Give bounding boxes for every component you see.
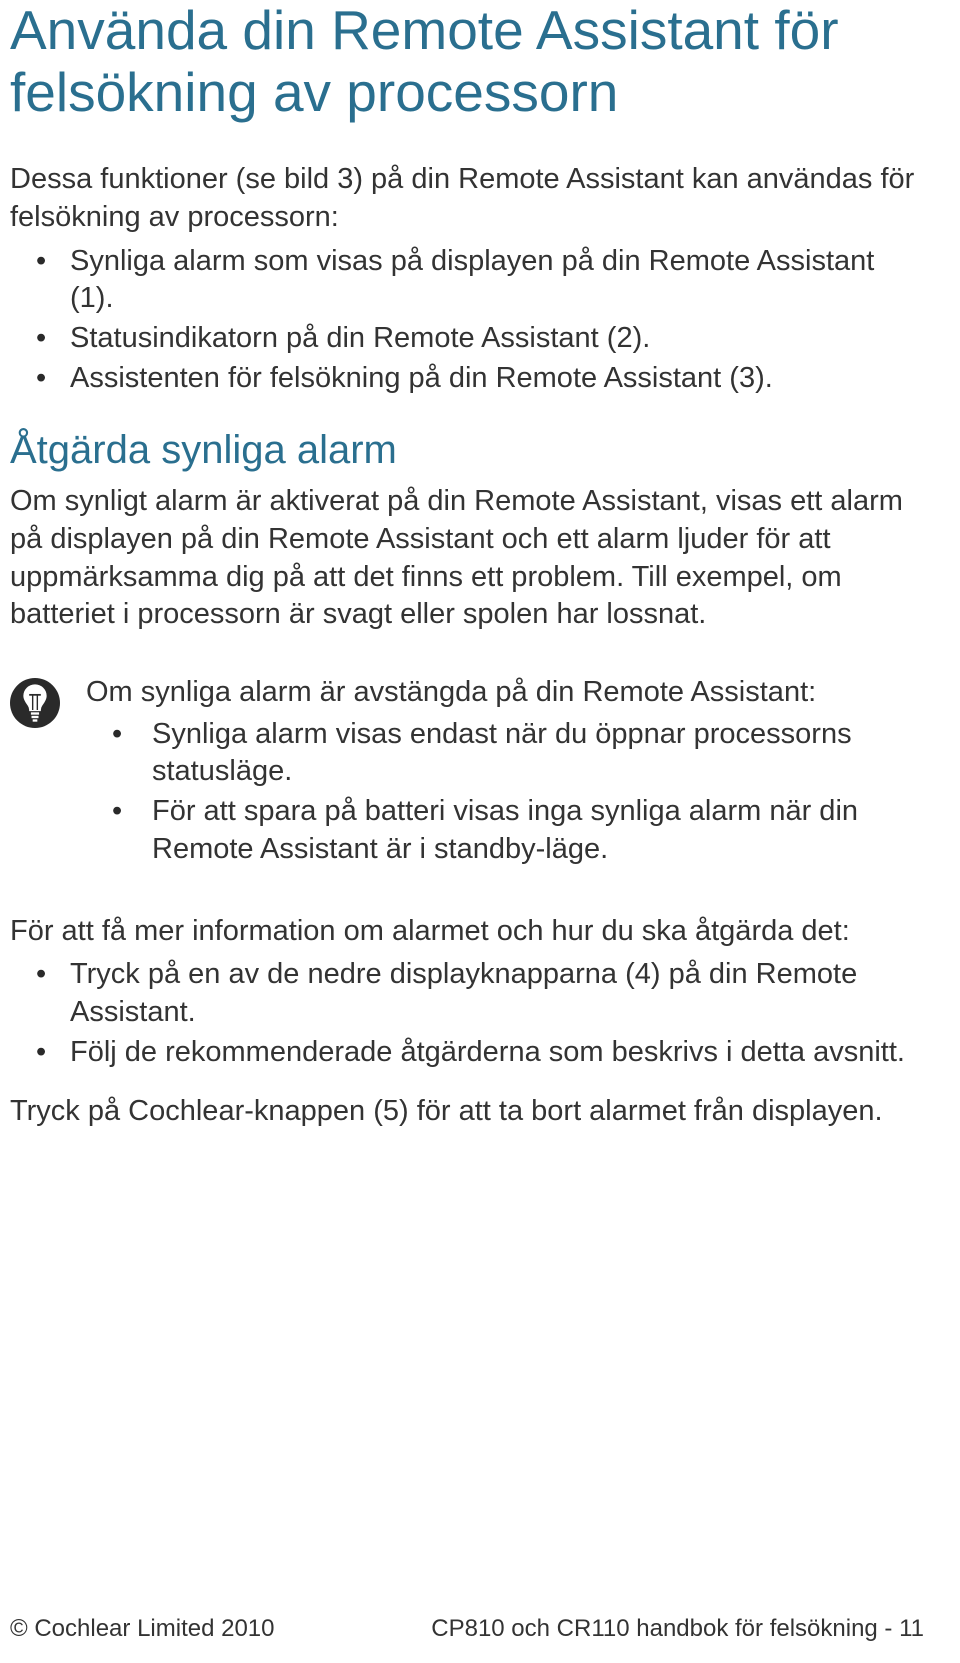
tip-bullet-list: Synliga alarm visas endast när du öppnar… (86, 716, 924, 869)
list-item: Statusindikatorn på din Remote Assistant… (70, 320, 924, 358)
page-title: Använda din Remote Assistant för felsökn… (10, 0, 924, 123)
page-footer: © Cochlear Limited 2010 CP810 och CR110 … (10, 1615, 924, 1643)
document-page: Använda din Remote Assistant för felsökn… (0, 0, 960, 1663)
footer-copyright: © Cochlear Limited 2010 (10, 1615, 275, 1643)
footer-page-info: CP810 och CR110 handbok för felsökning -… (431, 1615, 924, 1643)
section-paragraph: Om synligt alarm är aktiverat på din Rem… (10, 483, 924, 634)
section-heading: Åtgärda synliga alarm (10, 427, 924, 473)
list-item: Tryck på en av de nedre displayknapparna… (70, 956, 924, 1031)
list-item: Synliga alarm visas endast när du öppnar… (152, 716, 924, 791)
intro-paragraph: Dessa funktioner (se bild 3) på din Remo… (10, 161, 924, 236)
closing-paragraph: Tryck på Cochlear-knappen (5) för att ta… (10, 1093, 924, 1131)
tip-content: Om synliga alarm är avstängda på din Rem… (86, 674, 924, 870)
after-tip-lead: För att få mer information om alarmet oc… (10, 913, 924, 951)
list-item: Följ de rekommenderade åtgärderna som be… (70, 1034, 924, 1072)
tip-lead: Om synliga alarm är avstängda på din Rem… (86, 674, 924, 712)
list-item: För att spara på batteri visas inga synl… (152, 793, 924, 868)
tip-callout: Om synliga alarm är avstängda på din Rem… (10, 674, 924, 870)
intro-bullet-list: Synliga alarm som visas på displayen på … (10, 243, 924, 398)
list-item: Synliga alarm som visas på displayen på … (70, 243, 924, 318)
list-item: Assistenten för felsökning på din Remote… (70, 360, 924, 398)
after-tip-bullet-list: Tryck på en av de nedre displayknapparna… (10, 956, 924, 1071)
lightbulb-icon (10, 678, 60, 728)
